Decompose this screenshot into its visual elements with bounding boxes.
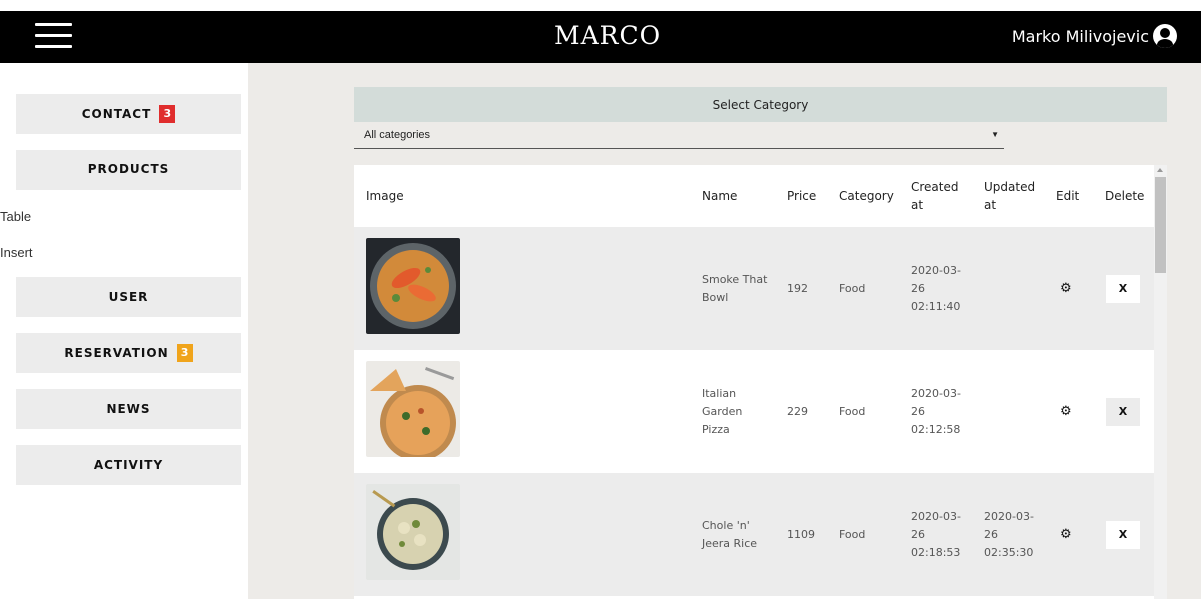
product-name: Smoke That Bowl: [702, 272, 768, 304]
reservation-count-badge: 3: [176, 344, 193, 362]
dropdown-caret-icon: ▼: [991, 130, 999, 139]
product-price: 1109: [787, 527, 815, 541]
product-updated-at: 2020-03-26 02:35:30: [984, 509, 1034, 559]
product-name: Italian Garden Pizza: [702, 386, 743, 436]
delete-button[interactable]: X: [1106, 397, 1140, 426]
product-category: Food: [839, 527, 866, 541]
products-table: Image Name Price Category Created at Upd…: [354, 165, 1154, 599]
user-menu[interactable]: Marko Milivojevic: [1012, 24, 1177, 48]
delete-button[interactable]: X: [1106, 274, 1140, 303]
product-created-at: 2020-03-26 02:11:40: [911, 263, 961, 313]
category-select-value: All categories: [364, 129, 431, 141]
sidebar-sublink-insert[interactable]: Insert: [0, 245, 33, 260]
user-circle-icon: [1153, 24, 1177, 48]
table-header: Image Name Price Category Created at Upd…: [354, 165, 1154, 227]
product-created-at: 2020-03-26 02:12:58: [911, 386, 961, 436]
table-row: Smoke That Bowl 192 Food 2020-03-26 02:1…: [354, 227, 1154, 350]
sidebar: CONTACT 3 PRODUCTS Table Insert USER RES…: [0, 63, 248, 599]
scrollbar-thumb[interactable]: [1155, 177, 1166, 273]
sidebar-item-label: NEWS: [106, 402, 151, 416]
category-header: Select Category: [354, 87, 1167, 122]
scroll-up-arrow-icon[interactable]: [1157, 168, 1163, 172]
sidebar-item-products[interactable]: PRODUCTS: [16, 150, 241, 190]
sidebar-item-reservation[interactable]: RESERVATION 3: [16, 333, 241, 373]
product-image: [366, 238, 460, 334]
sidebar-item-label: ACTIVITY: [93, 458, 164, 472]
sidebar-item-label: USER: [108, 290, 149, 304]
sidebar-sublink-table[interactable]: Table: [0, 209, 31, 224]
sidebar-item-label: CONTACT: [81, 107, 152, 121]
hamburger-menu-icon[interactable]: [35, 23, 72, 49]
product-updated-at: [984, 350, 1042, 473]
table-scrollbar[interactable]: [1154, 165, 1167, 599]
gear-icon[interactable]: ⚙: [1060, 280, 1072, 298]
brand-logo[interactable]: MARCO: [554, 21, 661, 50]
top-bar: MARCO Marko Milivojevic: [0, 0, 1201, 63]
product-image: [366, 484, 460, 580]
product-category: Food: [839, 281, 866, 295]
product-created-at: 2020-03-26 02:18:53: [911, 509, 961, 559]
column-header-edit: Edit: [1056, 189, 1080, 203]
sidebar-item-news[interactable]: NEWS: [16, 389, 241, 429]
main-content: Select Category All categories ▼ Image N…: [248, 63, 1201, 599]
product-price: 229: [787, 404, 808, 418]
column-header-category: Category: [839, 189, 894, 203]
column-header-image: Image: [366, 189, 404, 203]
sidebar-item-contact[interactable]: CONTACT 3: [16, 94, 241, 134]
column-header-delete: Delete: [1105, 189, 1145, 203]
table-row: Italian Garden Pizza 229 Food 2020-03-26…: [354, 350, 1154, 473]
product-price: 192: [787, 281, 808, 295]
gear-icon[interactable]: ⚙: [1060, 526, 1072, 544]
column-header-created: Created at: [911, 180, 959, 212]
column-header-price: Price: [787, 189, 817, 203]
product-updated-at: [984, 227, 1042, 350]
category-select[interactable]: All categories ▼: [354, 125, 1004, 149]
contact-count-badge: 3: [159, 105, 176, 123]
product-category: Food: [839, 404, 866, 418]
sidebar-item-label: RESERVATION: [64, 346, 169, 360]
product-name: Chole 'n' Jeera Rice: [702, 518, 758, 550]
sidebar-item-label: PRODUCTS: [87, 162, 170, 176]
column-header-updated: Updated at: [984, 180, 1036, 212]
gear-icon[interactable]: ⚙: [1060, 403, 1072, 421]
delete-button[interactable]: X: [1106, 520, 1140, 549]
column-header-name: Name: [702, 189, 738, 203]
sidebar-item-activity[interactable]: ACTIVITY: [16, 445, 241, 485]
sidebar-item-user[interactable]: USER: [16, 277, 241, 317]
table-row: Chole 'n' Jeera Rice 1109 Food 2020-03-2…: [354, 473, 1154, 596]
product-image: [366, 361, 460, 457]
user-name: Marko Milivojevic: [1011, 26, 1149, 46]
